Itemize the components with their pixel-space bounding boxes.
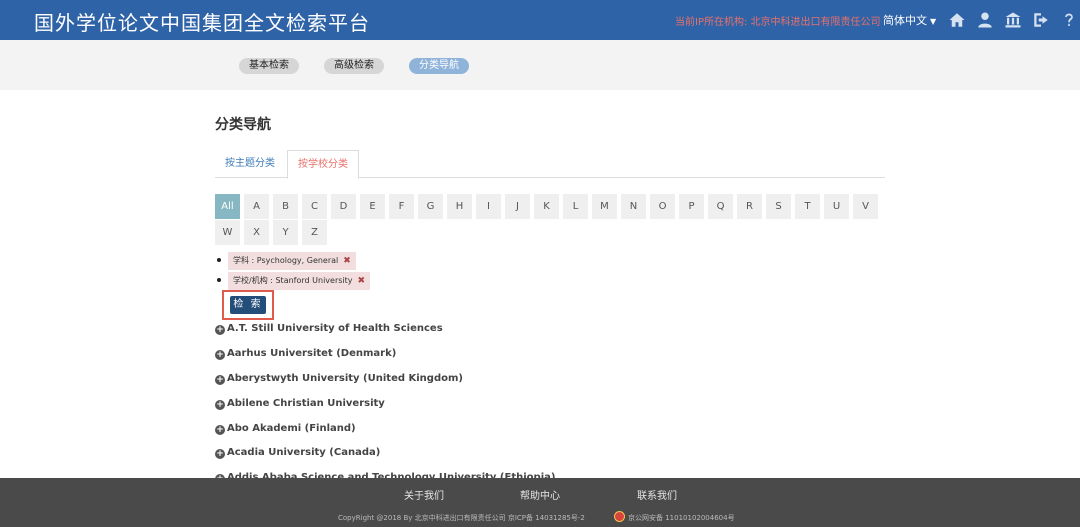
help-icon[interactable] [1060, 11, 1078, 29]
category-tabs: 按主题分类 按学校分类 [215, 150, 885, 179]
letter-all[interactable]: All [215, 194, 240, 219]
remove-filter-icon[interactable]: ✖ [358, 276, 366, 286]
footer: 关于我们 帮助中心 联系我们 CopyRight @2018 By 北京中科进出… [0, 478, 1080, 527]
tab-by-school[interactable]: 按学校分类 [287, 150, 359, 179]
letter-j[interactable]: J [505, 194, 530, 219]
language-label: 简体中文 [883, 14, 927, 27]
list-item[interactable]: + Abo Akademi (Finland) [215, 423, 356, 439]
ip-institution-info: 当前IP所在机构: 北京中科进出口有限责任公司 [675, 17, 881, 28]
header-bar: 国外学位论文中国集团全文检索平台 当前IP所在机构: 北京中科进出口有限责任公司… [0, 0, 1080, 40]
letter-d[interactable]: D [331, 194, 356, 219]
plus-circle-icon: + [215, 375, 225, 385]
tab-by-subject[interactable]: 按主题分类 [215, 150, 285, 178]
caret-down-icon: ▼ [930, 17, 937, 26]
plus-circle-icon: + [215, 400, 225, 410]
letter-r[interactable]: R [737, 194, 762, 219]
letter-v[interactable]: V [853, 194, 878, 219]
plus-circle-icon: + [215, 449, 225, 459]
letter-o[interactable]: O [650, 194, 675, 219]
list-item[interactable]: + Acadia University (Canada) [215, 447, 380, 463]
letter-u[interactable]: U [824, 194, 849, 219]
search-mode-nav: 基本检索 高级检索 分类导航 [0, 40, 1080, 90]
header-icons [948, 8, 1078, 32]
plus-circle-icon: + [215, 325, 225, 335]
letter-l[interactable]: L [563, 194, 588, 219]
user-icon[interactable] [976, 11, 994, 29]
filter-tag-label: 学校/机构 : Stanford University [233, 276, 353, 285]
footer-link-contact[interactable]: 联系我们 [637, 487, 677, 502]
letter-m[interactable]: M [592, 194, 617, 219]
letter-h[interactable]: H [447, 194, 472, 219]
letter-i[interactable]: I [476, 194, 501, 219]
language-selector[interactable]: 简体中文 ▼ [883, 12, 936, 28]
list-item[interactable]: + A.T. Still University of Health Science… [215, 323, 443, 339]
list-item[interactable]: + Aberystwyth University (United Kingdom) [215, 373, 463, 389]
page-title: 分类导航 [215, 117, 271, 133]
university-name: Aarhus Universitet (Denmark) [227, 348, 397, 359]
institution-icon[interactable] [1004, 11, 1022, 29]
copyright-text: CopyRight @2018 By 北京中科进出口有限责任公司 京ICP备 1… [338, 514, 585, 522]
letter-k[interactable]: K [534, 194, 559, 219]
police-badge-icon [614, 511, 625, 522]
letter-p[interactable]: P [679, 194, 704, 219]
letter-b[interactable]: B [273, 194, 298, 219]
university-name: Aberystwyth University (United Kingdom) [227, 373, 463, 384]
home-icon[interactable] [948, 11, 966, 29]
search-button[interactable]: 检 索 [230, 296, 266, 314]
list-item[interactable]: + Aarhus Universitet (Denmark) [215, 348, 396, 364]
filter-tag-subject: 学科 : Psychology, General ✖ [228, 252, 356, 270]
footer-link-about[interactable]: 关于我们 [404, 487, 444, 502]
search-button-highlight: 检 索 [222, 290, 274, 320]
letter-z[interactable]: Z [302, 220, 327, 245]
university-name: A.T. Still University of Health Sciences [227, 323, 443, 334]
plus-circle-icon: + [215, 425, 225, 435]
university-name: Acadia University (Canada) [227, 447, 381, 458]
footer-link-help[interactable]: 帮助中心 [520, 487, 560, 502]
letter-n[interactable]: N [621, 194, 646, 219]
university-name: Abo Akademi (Finland) [227, 423, 356, 434]
letter-q[interactable]: Q [708, 194, 733, 219]
bullet [217, 278, 221, 282]
letter-f[interactable]: F [389, 194, 414, 219]
plus-circle-icon: + [215, 350, 225, 360]
letter-c[interactable]: C [302, 194, 327, 219]
letter-g[interactable]: G [418, 194, 443, 219]
logout-icon[interactable] [1032, 11, 1050, 29]
letter-x[interactable]: X [244, 220, 269, 245]
letter-w[interactable]: W [215, 220, 240, 245]
letter-t[interactable]: T [795, 194, 820, 219]
letter-s[interactable]: S [766, 194, 791, 219]
list-item[interactable]: + Abilene Christian University [215, 398, 385, 414]
nav-category-navigation[interactable]: 分类导航 [409, 58, 469, 74]
nav-advanced-search[interactable]: 高级检索 [324, 58, 384, 74]
filter-tag-label: 学科 : Psychology, General [233, 256, 339, 265]
letter-y[interactable]: Y [273, 220, 298, 245]
university-name: Abilene Christian University [227, 398, 385, 409]
site-title: 国外学位论文中国集团全文检索平台 [34, 11, 370, 35]
filter-tag-school: 学校/机构 : Stanford University ✖ [228, 272, 371, 290]
bullet [217, 258, 221, 262]
letter-a[interactable]: A [244, 194, 269, 219]
beian-text: 京公网安备 11010102004604号 [628, 514, 735, 522]
letter-e[interactable]: E [360, 194, 385, 219]
nav-basic-search[interactable]: 基本检索 [239, 58, 299, 74]
remove-filter-icon[interactable]: ✖ [343, 256, 351, 266]
